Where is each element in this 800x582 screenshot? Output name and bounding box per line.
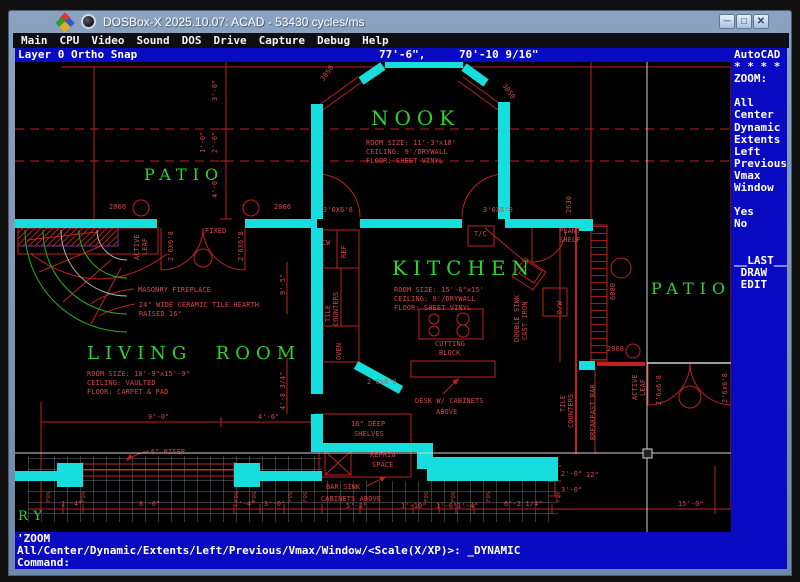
screen-menu-item[interactable] (734, 243, 787, 255)
screen-menu-item[interactable]: No (734, 218, 787, 230)
screen-menu-item[interactable]: Center (734, 109, 787, 121)
screen-menu-item[interactable]: Extents (734, 134, 787, 146)
maximize-button[interactable]: □ (736, 14, 752, 29)
screen-menu-item[interactable]: Dynamic (734, 122, 787, 134)
menu-bar: Main CPU Video Sound DOS Drive Capture Debug Hel… (13, 33, 789, 48)
dosbox-icon (57, 14, 74, 31)
screen-menu-item[interactable] (734, 230, 787, 242)
coordinate-x: 77'-6", (379, 48, 425, 62)
screen-menu-item[interactable]: Window (734, 182, 787, 194)
dos-screen: Layer 0 Ortho Snap 77'-6", 70'-10 9/16" … (15, 48, 787, 569)
command-area[interactable]: 'ZOOMAll/Center/Dynamic/Extents/Left/Pre… (15, 532, 787, 569)
command-line: All/Center/Dynamic/Extents/Left/Previous… (17, 545, 787, 557)
menu-item[interactable]: Drive (214, 33, 247, 48)
screen-menu: AutoCAD* * * *ZOOM: AllCenterDynamicExte… (731, 48, 787, 532)
command-line: Command: (17, 557, 787, 569)
titlebar[interactable]: DOSBox-X 2025.10.07: ACAD - 53430 cycles… (9, 11, 791, 33)
layer-status: Layer 0 Ortho Snap (18, 48, 137, 61)
cyan-walls (15, 62, 595, 487)
coordinate-y: 70'-10 9/16" (459, 48, 538, 62)
dosbox-window: DOSBox-X 2025.10.07: ACAD - 53430 cycles… (8, 10, 792, 576)
drawing-viewport[interactable]: NOOKPATIOKITCHENLIVING ROOMPATIORYROOM S… (15, 62, 731, 532)
window-title: DOSBox-X 2025.10.07: ACAD - 53430 cycles… (103, 15, 364, 29)
menu-item[interactable]: Debug (317, 33, 350, 48)
menu-item[interactable]: Video (91, 33, 124, 48)
screen-menu-item[interactable]: ZOOM: (734, 73, 787, 85)
screen-menu-item[interactable]: __LAST__ (734, 255, 787, 267)
menu-item[interactable]: Help (362, 33, 389, 48)
screen-menu-item[interactable]: DRAW (734, 267, 787, 279)
acad-status-bar: Layer 0 Ortho Snap 77'-6", 70'-10 9/16" (15, 48, 731, 62)
menu-item[interactable]: Sound (137, 33, 170, 48)
splash-orb-icon (81, 14, 96, 29)
close-button[interactable]: ✕ (753, 14, 769, 29)
menu-item[interactable]: DOS (182, 33, 202, 48)
screen-menu-item[interactable]: EDIT (734, 279, 787, 291)
minimize-button[interactable]: ─ (719, 14, 735, 29)
floorplan-svg[interactable] (15, 62, 731, 532)
menu-item[interactable]: Main (21, 33, 48, 48)
menu-item[interactable]: CPU (60, 33, 80, 48)
menu-item[interactable]: Capture (259, 33, 305, 48)
